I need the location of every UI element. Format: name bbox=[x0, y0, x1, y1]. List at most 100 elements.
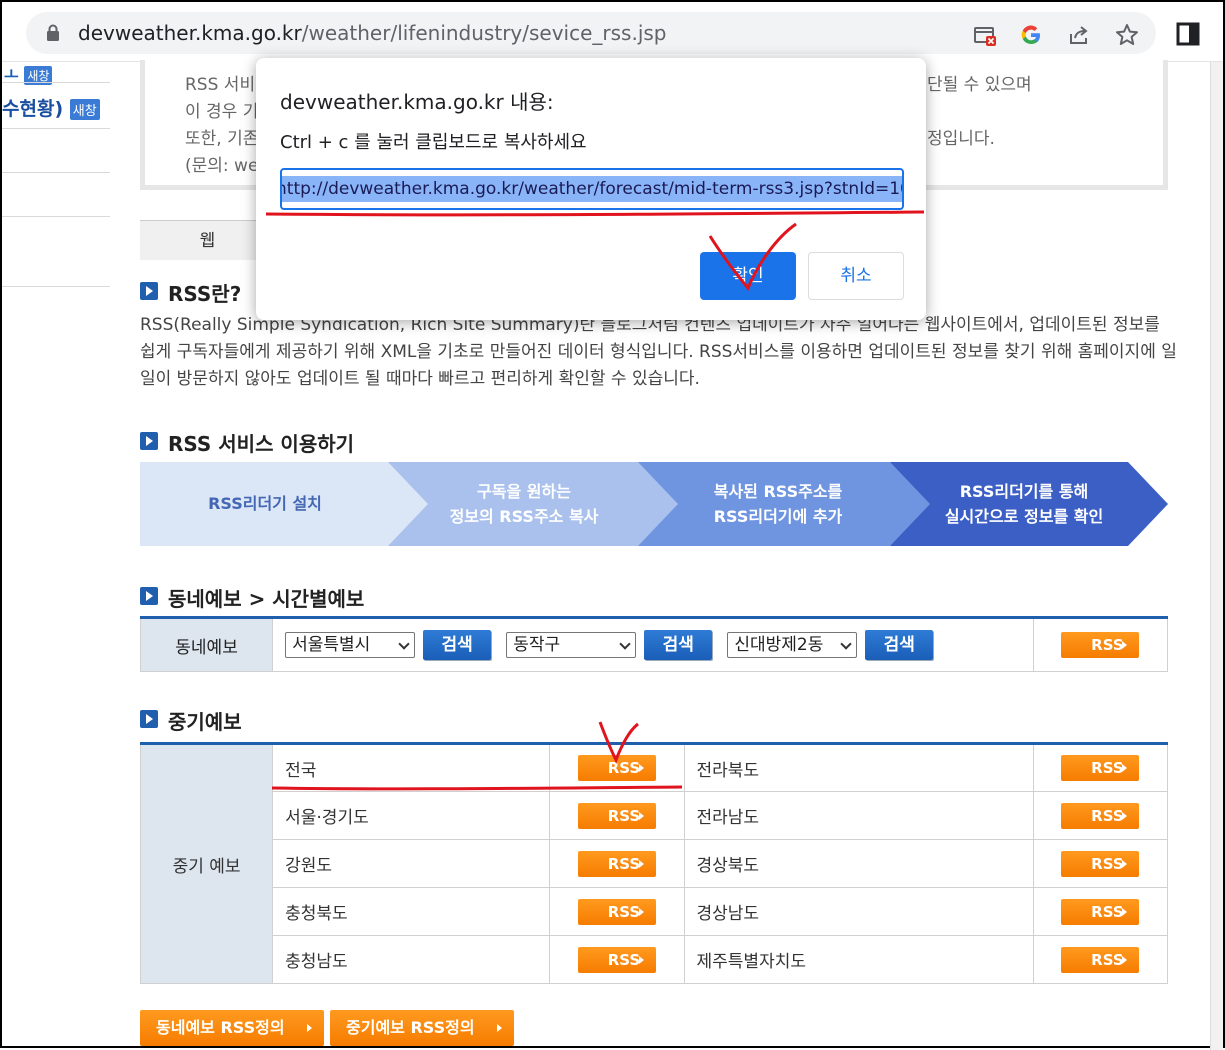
local-rss-definition-button[interactable]: 동네예보 RSS정의 bbox=[140, 1010, 324, 1046]
section-title-mid-term: 중기예보 bbox=[168, 710, 242, 734]
rss-button-local[interactable]: RSS bbox=[1061, 632, 1140, 658]
dong-select[interactable]: 신대방제2동 bbox=[727, 632, 858, 658]
notice-line-3a: 또한, 기존 bbox=[185, 129, 259, 149]
step-4: RSS리더기를 통해실시간으로 정보를 확인 bbox=[924, 479, 1124, 529]
region-cell: 경상북도 bbox=[683, 839, 1034, 888]
section-bullet-icon bbox=[140, 710, 158, 728]
ok-button[interactable]: 확인 bbox=[700, 252, 796, 300]
rss-cell: RSS bbox=[549, 935, 685, 984]
region-cell: 강원도 bbox=[272, 839, 551, 888]
url-host: devweather.kma.go.kr bbox=[78, 21, 302, 45]
section-title-what-is-rss: RSS란? bbox=[168, 282, 242, 306]
region-cell: 제주특별자치도 bbox=[683, 935, 1034, 984]
district-select[interactable]: 동작구 bbox=[506, 632, 637, 658]
mid-header: 중기 예보 bbox=[139, 743, 274, 984]
chevron-down-icon bbox=[840, 638, 852, 650]
rss-button-chungbuk[interactable]: RSS bbox=[577, 898, 656, 925]
section-title-how-to-use: RSS 서비스 이용하기 bbox=[168, 432, 355, 456]
section-bullet-icon bbox=[140, 282, 158, 300]
region-cell: 전국 bbox=[272, 743, 551, 792]
region-cell: 서울·경기도 bbox=[272, 791, 551, 840]
rss-button-jeju[interactable]: RSS bbox=[1061, 946, 1140, 973]
tab-web[interactable]: 웹 bbox=[140, 220, 275, 260]
google-icon[interactable] bbox=[1018, 22, 1044, 48]
dong-select-value: 신대방제2동 bbox=[734, 635, 824, 655]
step-1: RSS리더기 설치 bbox=[160, 491, 370, 516]
rss-cell: RSS bbox=[1032, 935, 1169, 984]
rss-button-jeonbuk[interactable]: RSS bbox=[1061, 755, 1140, 781]
chevron-down-icon bbox=[398, 638, 410, 650]
notice-line-1b: 단될 수 있으며 bbox=[927, 75, 1032, 95]
search-button-dong[interactable]: 검색 bbox=[865, 630, 934, 660]
step-1-label: RSS리더기 설치 bbox=[208, 494, 322, 513]
rss-button-jeonnam[interactable]: RSS bbox=[1061, 802, 1140, 829]
mid-rss-definition-button[interactable]: 중기예보 RSS정의 bbox=[330, 1010, 514, 1046]
nav-divider bbox=[2, 216, 110, 217]
section-bullet-icon bbox=[140, 432, 158, 450]
step-2-line1: 구독을 원하는 bbox=[477, 482, 571, 501]
nav-item-label: 수현황) bbox=[2, 98, 64, 120]
local-selectors: 서울특별시 검색 동작구 검색 신대방제2동 검색 bbox=[272, 617, 1034, 672]
step-2-line2: 정보의 RSS주소 복사 bbox=[449, 507, 599, 526]
url-path: /weather/lifenindustry/sevice_rss.jsp bbox=[301, 21, 667, 45]
rss-description: RSS(Really Simple Syndication, Rich Site… bbox=[140, 315, 1177, 389]
nav-divider bbox=[2, 172, 110, 173]
rss-cell: RSS bbox=[549, 791, 685, 840]
rss-cell: RSS bbox=[1032, 791, 1169, 840]
step-4-line1: RSS리더기를 통해 bbox=[959, 482, 1089, 501]
notice-line-4a: (문의: we bbox=[185, 156, 259, 176]
rss-button-gyeongnam[interactable]: RSS bbox=[1061, 898, 1140, 925]
local-forecast-table: 동네예보 서울특별시 검색 동작구 검색 신대방제2동 검색 RSS bbox=[139, 616, 1169, 672]
province-select[interactable]: 서울특별시 bbox=[285, 632, 416, 658]
search-button-district[interactable]: 검색 bbox=[644, 630, 713, 660]
section-bullet-icon bbox=[140, 587, 158, 605]
rss-button-gangwon[interactable]: RSS bbox=[577, 850, 656, 877]
district-select-value: 동작구 bbox=[513, 635, 561, 655]
share-icon[interactable] bbox=[1066, 22, 1092, 48]
region-cell: 경상남도 bbox=[683, 887, 1034, 936]
sidebar-icon[interactable] bbox=[1176, 22, 1200, 46]
cancel-button[interactable]: 취소 bbox=[808, 252, 904, 300]
rss-cell: RSS bbox=[1032, 839, 1169, 888]
new-window-badge: 새창 bbox=[69, 99, 100, 120]
rss-cell: RSS bbox=[549, 743, 685, 792]
dialog-title: devweather.kma.go.kr 내용: bbox=[280, 90, 554, 114]
rss-button-gyeongbuk[interactable]: RSS bbox=[1061, 850, 1140, 877]
rss-cell: RSS bbox=[1032, 887, 1169, 936]
rss-url-input[interactable]: http://devweather.kma.go.kr/weather/fore… bbox=[280, 168, 904, 210]
rss-cell: RSS bbox=[549, 887, 685, 936]
section-title-local-forecast: 동네예보 > 시간별예보 bbox=[168, 587, 365, 611]
step-4-line2: 실시간으로 정보를 확인 bbox=[944, 507, 1104, 526]
dialog-message: Ctrl + c 를 눌러 클립보드로 복사하세요 bbox=[280, 132, 587, 153]
nav-item-partial-2[interactable]: 수현황) 새창 bbox=[2, 94, 100, 121]
local-rss-cell: RSS bbox=[1032, 617, 1169, 672]
rss-cell: RSS bbox=[549, 839, 685, 888]
url-text[interactable]: devweather.kma.go.kr/weather/lifenindust… bbox=[78, 21, 667, 45]
address-bar[interactable]: devweather.kma.go.kr/weather/lifenindust… bbox=[26, 12, 1156, 54]
step-2: 구독을 원하는정보의 RSS주소 복사 bbox=[424, 479, 624, 529]
region-cell: 전라북도 bbox=[683, 743, 1034, 792]
translate-blocked-icon[interactable] bbox=[972, 22, 998, 48]
region-cell: 전라남도 bbox=[683, 791, 1034, 840]
notice-line-2a: 이 경우 기 bbox=[185, 102, 259, 122]
rss-button-chungnam[interactable]: RSS bbox=[577, 946, 656, 973]
nav-divider bbox=[2, 286, 110, 287]
rss-button-nationwide[interactable]: RSS bbox=[577, 755, 656, 781]
star-icon[interactable] bbox=[1114, 22, 1140, 48]
step-3-line2: RSS리더기에 추가 bbox=[713, 507, 843, 526]
vertical-scrollbar[interactable] bbox=[1210, 62, 1223, 1050]
nav-divider bbox=[2, 82, 110, 83]
nav-divider bbox=[2, 128, 110, 129]
mid-term-forecast-table: 중기 예보 전국 RSS 전라북도 RSS 서울·경기도 RSS 전라남도 RS… bbox=[139, 742, 1169, 984]
local-header: 동네예보 bbox=[139, 617, 274, 672]
rss-cell: RSS bbox=[1032, 743, 1169, 792]
step-3: 복사된 RSS주소를 RSS리더기에 추가 bbox=[676, 479, 880, 529]
region-cell: 충청남도 bbox=[272, 935, 551, 984]
region-cell: 충청북도 bbox=[272, 887, 551, 936]
rss-url-selected-text: http://devweather.kma.go.kr/weather/fore… bbox=[282, 176, 902, 202]
search-button-province[interactable]: 검색 bbox=[423, 630, 492, 660]
copy-url-dialog: devweather.kma.go.kr 내용: Ctrl + c 를 눌러 클… bbox=[256, 58, 926, 320]
browser-toolbar: devweather.kma.go.kr/weather/lifenindust… bbox=[2, 2, 1223, 62]
rss-button-seoul-gyeonggi[interactable]: RSS bbox=[577, 802, 656, 829]
lock-icon[interactable] bbox=[46, 24, 60, 42]
